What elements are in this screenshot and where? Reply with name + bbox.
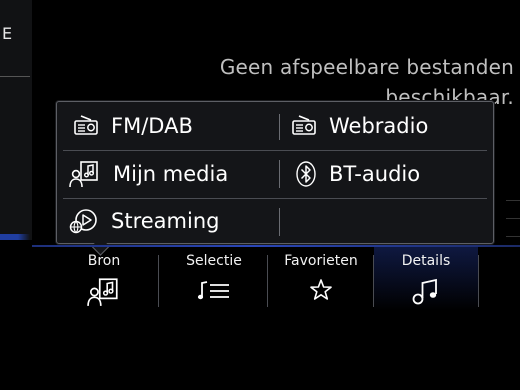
source-option-label: Mijn media	[113, 162, 229, 186]
media-person-icon	[69, 161, 98, 188]
media-person-icon	[87, 278, 118, 306]
bottom-tab-bar: Bron Selectie Favorieten Details	[32, 245, 520, 315]
source-option-label: Streaming	[111, 209, 220, 233]
popup-column-divider	[279, 114, 280, 140]
sidebar-label: E	[2, 24, 13, 43]
tab-label: Bron	[87, 253, 121, 269]
bluetooth-icon	[296, 161, 316, 187]
tab-separator	[478, 255, 479, 307]
source-option-bt-audio[interactable]: BT-audio	[295, 154, 420, 194]
left-panel: E	[0, 0, 32, 240]
popup-divider	[63, 198, 487, 199]
tab-label: Details	[401, 253, 451, 269]
tab-separator	[373, 255, 374, 307]
source-option-webradio[interactable]: Webradio	[291, 106, 428, 146]
source-option-streaming[interactable]: Streaming	[69, 201, 219, 241]
tab-label: Selectie	[186, 253, 242, 269]
radio-icon	[292, 115, 316, 135]
tab-favorieten[interactable]: Favorieten	[270, 251, 372, 313]
sidebar-divider	[0, 76, 30, 77]
tab-separator	[267, 255, 268, 307]
playlist-icon	[197, 281, 229, 300]
popup-column-divider	[279, 160, 280, 188]
music-note-icon	[412, 278, 437, 305]
source-option-mijn-media[interactable]: Mijn media	[69, 154, 228, 194]
star-icon	[310, 279, 332, 300]
radio-icon	[74, 115, 98, 135]
sidebar-accent	[0, 234, 30, 240]
source-option-label: FM/DAB	[111, 114, 193, 138]
tab-separator	[158, 255, 159, 307]
popup-divider	[63, 150, 487, 151]
tab-bron[interactable]: Bron	[54, 251, 154, 313]
tab-details[interactable]: Details	[376, 251, 476, 313]
source-option-label: Webradio	[329, 114, 429, 138]
source-option-fmdab[interactable]: FM/DAB	[73, 106, 193, 146]
source-option-label: BT-audio	[329, 162, 421, 186]
tab-label: Favorieten	[284, 253, 358, 269]
tab-selectie[interactable]: Selectie	[162, 251, 266, 313]
popup-column-divider	[279, 208, 280, 236]
streaming-icon	[69, 209, 97, 234]
source-popup: FM/DAB Webradio Mijn media BT-audio Stre…	[56, 101, 494, 244]
